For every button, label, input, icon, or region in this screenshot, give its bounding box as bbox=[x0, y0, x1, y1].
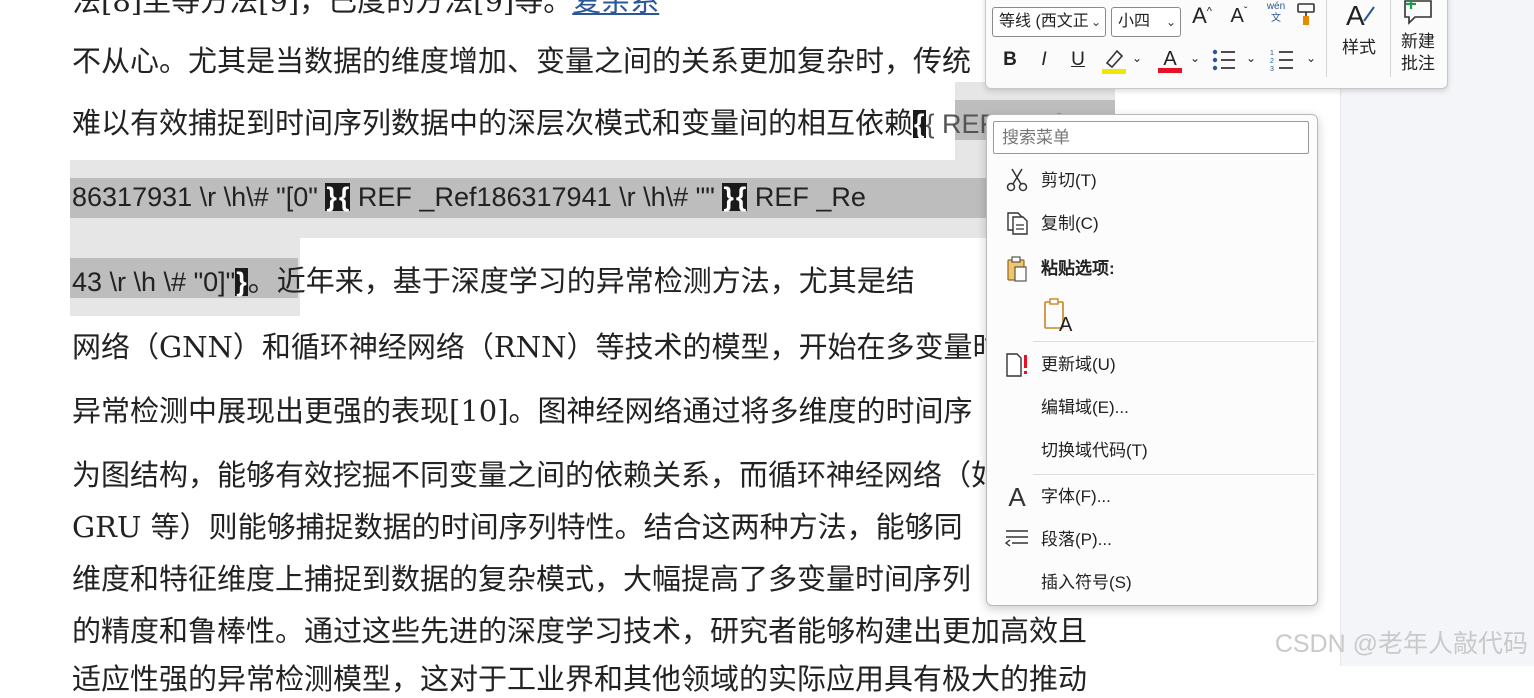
underline-button[interactable]: U bbox=[1068, 49, 1088, 71]
chevron-down-icon: ⌄ bbox=[1165, 15, 1176, 29]
menu-separator bbox=[1033, 474, 1315, 475]
font-color-button[interactable]: A bbox=[1156, 45, 1184, 81]
bullet-list-icon[interactable] bbox=[1210, 47, 1238, 79]
font-size-select[interactable]: 小四 ⌄ bbox=[1111, 7, 1181, 37]
styles-button[interactable]: A 样式 bbox=[1336, 0, 1382, 58]
update-field-icon bbox=[1003, 351, 1031, 379]
menu-item-copy[interactable]: 复制(C) bbox=[987, 204, 1317, 244]
doc-line-9: 维度和特征维度上捕捉到数据的复杂模式，大幅提高了多变量时间序列 bbox=[72, 562, 972, 596]
svg-text:1: 1 bbox=[1270, 50, 1274, 57]
chevron-down-icon[interactable]: ⌄ bbox=[1188, 51, 1202, 65]
chevron-down-icon[interactable]: ⌄ bbox=[1244, 51, 1258, 65]
doc-line-10: 的精度和鲁棒性。通过这些先进的深度学习技术，研究者能够构建出更加高效且 bbox=[72, 614, 1088, 648]
doc-line-11: 适应性强的异常检测模型，这对于工业界和其他领域的实际应用具有极大的推动 bbox=[72, 662, 1088, 696]
chevron-down-icon[interactable]: ⌄ bbox=[1304, 51, 1318, 65]
doc-line-6: 异常检测中展现出更强的表现[10]。图神经网络通过将多维度的时间序 bbox=[72, 394, 973, 428]
format-painter-icon[interactable] bbox=[1293, 1, 1319, 33]
shrink-font-button[interactable]: Aˇ bbox=[1226, 5, 1252, 28]
field-code-end[interactable]: 43 \r \h \# "0]"} bbox=[72, 267, 248, 297]
menu-item-insert-symbol[interactable]: 插入符号(S) bbox=[987, 563, 1317, 603]
doc-line-3[interactable]: 86317931 \r \h\# "[0" }{ REF _Ref1863179… bbox=[72, 182, 866, 213]
font-icon: A bbox=[1008, 482, 1026, 512]
grow-font-button[interactable]: A^ bbox=[1189, 3, 1215, 29]
svg-text:2: 2 bbox=[1270, 58, 1274, 65]
doc-line-2: 难以有效捕捉到时间序列数据中的深层次模式和变量间的相互依赖{{ REF _Ref… bbox=[72, 100, 1076, 142]
menu-section-paste-options: 粘贴选项: bbox=[987, 249, 1317, 289]
svg-text:A: A bbox=[1163, 48, 1177, 70]
phonetic-guide-button[interactable]: wén 文 bbox=[1264, 1, 1288, 25]
paste-keep-text-only-icon[interactable]: A bbox=[1041, 297, 1075, 336]
right-margin-pane bbox=[1340, 0, 1534, 666]
menu-item-toggle-field-codes[interactable]: 切换域代码(T) bbox=[987, 431, 1317, 471]
scissors-icon bbox=[1003, 167, 1031, 195]
doc-line-5: 网络（GNN）和循环神经网络（RNN）等技术的模型，开始在多变量时 bbox=[72, 330, 1002, 364]
italic-button[interactable]: I bbox=[1034, 49, 1054, 71]
menu-item-edit-field[interactable]: 编辑域(E)... bbox=[987, 388, 1317, 428]
svg-text:A: A bbox=[1346, 0, 1365, 29]
toolbar-separator bbox=[1390, 0, 1391, 77]
chevron-down-icon[interactable]: ⌄ bbox=[1130, 51, 1144, 65]
font-name-select[interactable]: 等线 (西文正 ⌄ bbox=[992, 7, 1106, 37]
chevron-down-icon: ⌄ bbox=[1090, 15, 1101, 29]
svg-text:3: 3 bbox=[1270, 66, 1274, 73]
bold-button[interactable]: B bbox=[1000, 49, 1020, 71]
copy-icon bbox=[1003, 210, 1031, 238]
watermark: CSDN @老年人敲代码 bbox=[1274, 630, 1528, 658]
doc-line-7: 为图结构，能够有效挖掘不同变量之间的依赖关系，而循环神经网络（如 bbox=[72, 458, 1001, 492]
menu-search-input[interactable]: 搜索菜单 bbox=[993, 121, 1309, 154]
menu-item-paragraph[interactable]: 段落(P)... bbox=[987, 520, 1317, 560]
context-menu: 搜索菜单 剪切(T) 复制(C) 粘贴选项: A 更新域(U) 编辑域(E)..… bbox=[986, 114, 1318, 606]
new-comment-button[interactable]: 新建 批注 bbox=[1394, 0, 1442, 75]
paragraph-icon bbox=[1003, 526, 1031, 554]
svg-text:A: A bbox=[1059, 314, 1073, 333]
doc-link[interactable]: 复杂系 bbox=[572, 0, 659, 18]
menu-item-update-field[interactable]: 更新域(U) bbox=[987, 345, 1317, 385]
paste-icon bbox=[1003, 255, 1031, 283]
menu-item-cut[interactable]: 剪切(T) bbox=[987, 161, 1317, 201]
numbered-list-icon[interactable]: 123 bbox=[1268, 47, 1296, 79]
mini-toolbar: 等线 (西文正 ⌄ 小四 ⌄ A^ Aˇ wén 文 B I U ⌄ A ⌄ ⌄ 12… bbox=[985, 0, 1448, 89]
doc-line-8: GRU 等）则能够捕捉数据的时间序列特性。结合这两种方法，能够同 bbox=[72, 510, 963, 544]
menu-item-font[interactable]: A 字体(F)... bbox=[987, 477, 1317, 517]
menu-separator bbox=[1033, 341, 1315, 342]
toolbar-separator bbox=[1326, 0, 1327, 77]
highlight-button[interactable] bbox=[1100, 47, 1128, 81]
doc-line-1: 不从心。尤其是当数据的维度增加、变量之间的关系更加复杂时，传统 bbox=[72, 44, 972, 78]
doc-line-0: 法[8]至等方法[9]，已度的方法[9]等。复杂系 bbox=[72, 0, 659, 20]
doc-line-4: 43 \r \h \# "0]"}。近年来，基于深度学习的异常检测方法，尤其是结 bbox=[72, 264, 915, 298]
